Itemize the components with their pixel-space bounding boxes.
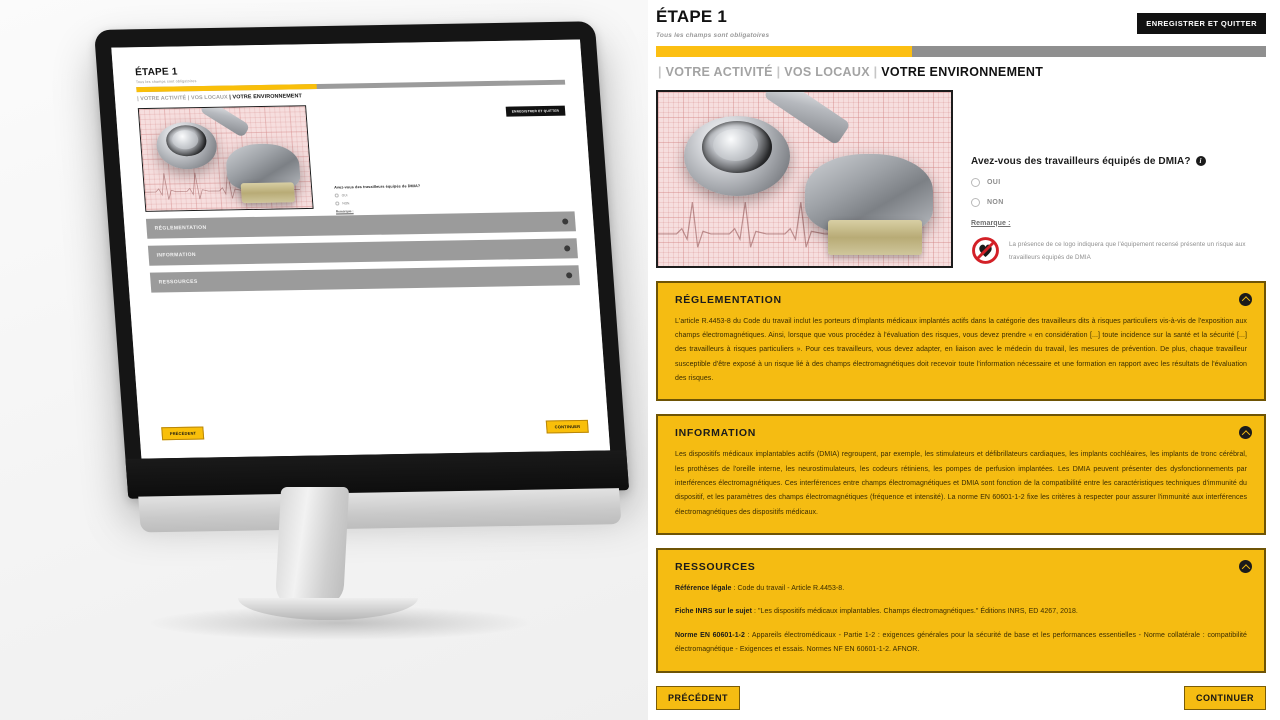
accordion-ressources: RESSOURCES Référence légale : Code du tr… [656,548,1266,673]
question-label-row: Avez-vous des travailleurs équipés de DM… [971,156,1266,167]
desktop-monitor-mockup: ÉTAPE 1 Tous les champs sont obligatoire… [93,21,630,533]
breadcrumb: | VOTRE ACTIVITÉ | VOS LOCAUX | VOTRE EN… [656,65,1266,79]
monitor-screen: ÉTAPE 1 Tous les champs sont obligatoire… [111,39,611,459]
pacemaker-connector-block [827,220,922,256]
accordion-ressources-title: RESSOURCES [675,561,756,574]
mockup-crumb-activite: | VOTRE ACTIVITÉ [136,95,189,103]
radio-dot-non[interactable] [971,197,980,207]
mockup-app-preview: ÉTAPE 1 Tous les champs sont obligatoire… [111,39,611,459]
radio-dot-oui[interactable] [971,177,980,187]
breadcrumb-item-vos-locaux[interactable]: VOS LOCAUX [784,65,870,79]
breadcrumb-separator-3: | [873,64,878,79]
page-header: ÉTAPE 1 Tous les champs sont obligatoire… [654,7,1266,79]
wizard-footer: PRÉCÉDENT CONTINUER [656,686,1266,710]
accordion-reglementation-body: L'article R.4453-8 du Code du travail in… [675,317,1247,383]
resource-text: : "Les dispositifs médicaux implantables… [752,608,1078,616]
resource-text: : Code du travail - Article R.4453-8. [731,585,845,593]
radio-option-oui[interactable]: OUI [971,177,1266,187]
info-icon[interactable]: i [1195,156,1206,167]
mockup-accordion-reglementation: RÉGLEMENTATION [145,211,576,239]
save-and-quit-button[interactable]: ENREGISTRER ET QUITTER [1137,13,1266,34]
step-progress-bar [656,45,1266,57]
chevron-up-icon[interactable] [1239,292,1252,306]
mockup-accordion-information-label: INFORMATION [156,251,197,259]
mockup-save-quit-button: ENREGISTRER ET QUITTER [505,105,566,117]
mockup-accordion-ressources: RESSOURCES [149,265,580,293]
resource-line: Référence légale : Code du travail - Art… [675,582,1247,596]
monitor-lower-casing [138,488,622,533]
mockup-accordion-reglementation-label: RÉGLEMENTATION [154,224,207,232]
chevron-up-icon[interactable] [1239,426,1252,440]
monitor-stand-neck [274,487,350,607]
mockup-radio-non-label: NON [342,201,350,206]
resource-line: Norme EN 60601-1-2 : Appareils électromé… [675,629,1247,658]
previous-button[interactable]: PRÉCÉDENT [656,686,741,710]
breadcrumb-item-votre-activite[interactable]: VOTRE ACTIVITÉ [666,65,773,79]
resource-term: Fiche INRS sur le sujet [675,608,753,616]
chevron-up-icon[interactable] [1239,560,1252,574]
illustration-and-question-row: Avez-vous des travailleurs équipés de DM… [654,89,1266,268]
mockup-footer: PRÉCÉDENT CONTINUER [161,419,589,441]
resource-term: Référence légale [675,585,732,593]
mockup-crumb-environnement: | VOTRE ENVIRONNEMENT [229,93,303,101]
continue-button[interactable]: CONTINUER [1184,686,1266,710]
mockup-previous-button: PRÉCÉDENT [161,426,205,441]
remark-row: La présence de ce logo indiquera que l'é… [971,236,1266,265]
accordion-information-body: Les dispositifs médicaux implantables ac… [675,451,1247,516]
mockup-radio-oui-label: OUI [341,193,348,198]
monitor-mockup-pane: ÉTAPE 1 Tous les champs sont obligatoire… [0,0,648,720]
no-pacemaker-prohibition-icon [971,236,1000,265]
illustration-photo [656,89,953,268]
accordion-ressources-body: Référence légale : Code du travail - Art… [675,582,1247,657]
step-progress-fill [656,45,913,57]
mockup-accordion-ressources-label: RESSOURCES [158,278,198,286]
mockup-radio-non: NON [335,199,496,206]
mockup-question-label: Avez-vous des travailleurs équipés de DM… [333,184,421,190]
remark-text: La présence de ce logo indiquera que l'é… [1009,240,1246,262]
mockup-accordion-information: INFORMATION [147,238,578,266]
radio-label-non: NON [987,198,1004,206]
mockup-illustration [137,105,314,212]
resource-text: : Appareils électromédicaux - Partie 1-2… [675,631,1247,654]
breadcrumb-separator-1: | [658,64,662,79]
mockup-crumb-locaux: | VOS LOCAUX [187,94,230,102]
application-pane: ÉTAPE 1 Tous les champs sont obligatoire… [648,0,1280,720]
breadcrumb-item-votre-environnement[interactable]: VOTRE ENVIRONNEMENT [881,65,1043,79]
accordion-reglementation: RÉGLEMENTATION L'article R.4453-8 du Cod… [656,280,1266,402]
radio-option-non[interactable]: NON [971,197,1266,207]
resource-term: Norme EN 60601-1-2 [675,631,745,639]
remark-label: Remarque : [971,219,1011,227]
accordion-reglementation-title: RÉGLEMENTATION [675,293,782,306]
accordion-information: INFORMATION Les dispositifs médicaux imp… [656,414,1266,536]
app-page: ÉTAPE 1 Tous les champs sont obligatoire… [0,0,1280,720]
resource-line: Fiche INRS sur le sujet : "Les dispositi… [675,605,1247,619]
question-label: Avez-vous des travailleurs équipés de DM… [971,155,1191,167]
breadcrumb-separator-2: | [776,64,781,79]
radio-label-oui: OUI [987,178,1001,186]
mockup-radio-oui: OUI [334,191,496,198]
accordion-information-title: INFORMATION [675,427,756,440]
question-block: Avez-vous des travailleurs équipés de DM… [971,90,1266,268]
mockup-continue-button: CONTINUER [546,419,589,434]
